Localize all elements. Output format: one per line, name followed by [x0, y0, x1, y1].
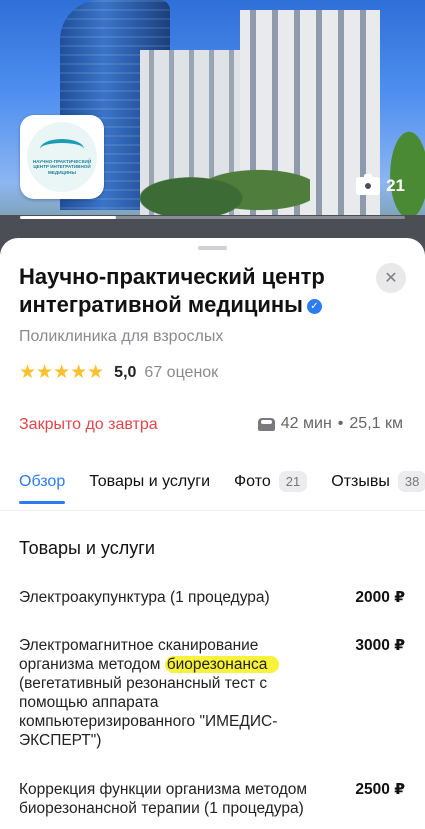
hero-photo[interactable]: НАУЧНО-ПРАКТИЧЕСКИЙ ЦЕНТР ИНТЕГРАТИВНОЙ …: [0, 0, 425, 262]
route-time: 42 мин: [280, 415, 332, 432]
tab-reviews-count: 38: [397, 471, 425, 492]
rating-stars-icon: ★★★★★: [19, 362, 105, 383]
rating-row[interactable]: ★★★★★ 5,0 67 оценок: [19, 361, 218, 384]
close-icon: ✕: [384, 270, 398, 287]
route-separator: •: [337, 415, 344, 432]
route-info[interactable]: 42 мин • 25,1 км: [257, 415, 403, 433]
section-title: Товары и услуги: [19, 538, 155, 558]
organization-logo[interactable]: НАУЧНО-ПРАКТИЧЕСКИЙ ЦЕНТР ИНТЕГРАТИВНОЙ …: [20, 115, 104, 199]
highlighted-term: биорезонанса: [164, 656, 280, 673]
service-item[interactable]: Коррекция функции организма методом биор…: [19, 780, 405, 818]
drag-handle[interactable]: [198, 246, 227, 250]
service-name: Электромагнитное сканирование организма …: [19, 636, 309, 750]
divider: [0, 510, 425, 511]
camera-icon: [356, 174, 381, 195]
photo-progress-fill: [20, 216, 117, 219]
category-label: Поликлиника для взрослых: [19, 328, 224, 345]
tab-goods-services[interactable]: Товары и услуги: [89, 473, 210, 491]
photo-count-button[interactable]: 21: [356, 174, 405, 196]
logo-emblem-icon: [40, 138, 84, 159]
page-title: Научно-практический центр интегративной …: [19, 264, 325, 317]
close-button[interactable]: ✕: [376, 263, 406, 293]
tab-overview[interactable]: Обзор: [19, 473, 66, 504]
service-price: 3000 ₽: [355, 637, 405, 654]
service-item[interactable]: Электроакупунктура (1 процедура) 2000 ₽: [19, 588, 405, 607]
service-item[interactable]: Электромагнитное сканирование организма …: [19, 636, 405, 750]
tab-photos[interactable]: Фото 21: [234, 471, 308, 492]
service-name: Электроакупунктура (1 процедура): [19, 589, 270, 606]
tab-reviews[interactable]: Отзывы 38: [331, 471, 425, 492]
photo-count-label: 21: [386, 176, 405, 195]
opening-status[interactable]: Закрыто до завтра: [19, 416, 158, 434]
rating-value: 5,0: [114, 363, 137, 381]
verified-badge-icon: ✓: [306, 299, 322, 314]
tab-bar: Обзор Товары и услуги Фото 21 Отзывы 38: [19, 471, 425, 504]
service-name: Коррекция функции организма методом биор…: [19, 781, 308, 817]
ratings-count[interactable]: 67 оценок: [144, 364, 218, 382]
service-price: 2000 ₽: [355, 589, 405, 606]
car-icon: [257, 417, 275, 431]
tab-photos-count: 21: [278, 471, 308, 492]
place-card-sheet: Научно-практический центр интегративной …: [0, 238, 425, 829]
route-distance: 25,1 км: [349, 415, 403, 432]
service-price: 2500 ₽: [355, 781, 405, 798]
photo-progress-bar: [20, 216, 405, 219]
